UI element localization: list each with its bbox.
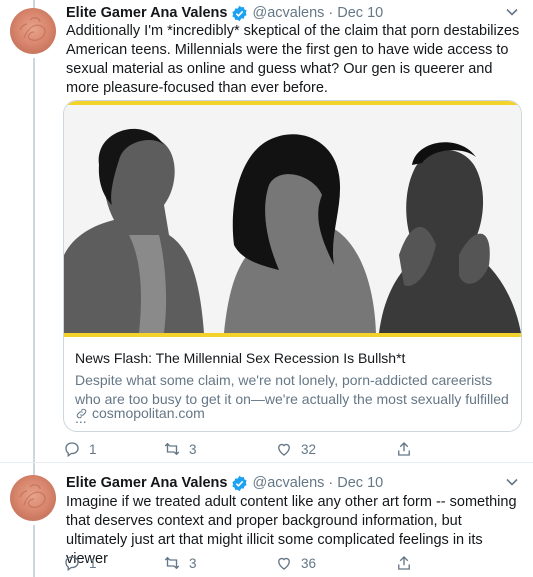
reply-count: 1 (89, 441, 97, 457)
like-icon (278, 443, 290, 456)
reply-button[interactable]: 1 (63, 440, 163, 458)
timestamp[interactable]: Dec 10 (337, 5, 383, 21)
avatar[interactable] (10, 475, 56, 521)
tweet-text: Additionally I'm *incredibly* skeptical … (66, 23, 520, 96)
thread-line (33, 0, 35, 8)
thread-line (33, 463, 35, 475)
link-icon (76, 408, 87, 418)
handle[interactable]: @acvalens (252, 475, 324, 491)
chevron-down-icon[interactable] (505, 475, 519, 489)
like-icon (278, 557, 290, 570)
retweet-icon (164, 442, 180, 456)
card-title[interactable]: News Flash: The Millennial Sex Recession… (75, 350, 405, 366)
retweet-icon (164, 556, 180, 570)
card-domain[interactable]: cosmopolitan.com (75, 405, 205, 421)
display-name[interactable]: Elite Gamer Ana Valens (66, 5, 227, 21)
thread-line (33, 525, 35, 577)
link-card[interactable]: News Flash: The Millennial Sex Recession… (63, 100, 522, 432)
card-image (64, 101, 521, 337)
tweet[interactable]: Elite Gamer Ana Valens @acvalens · Dec 1… (0, 462, 533, 577)
like-count: 36 (301, 555, 317, 571)
separator: · (328, 475, 334, 491)
reply-icon (65, 556, 79, 572)
chevron-down-icon[interactable] (505, 5, 519, 19)
handle[interactable]: @acvalens (252, 5, 324, 21)
tweet-actions: 1 3 32 (63, 438, 463, 460)
like-button[interactable]: 36 (275, 554, 375, 572)
card-domain-text: cosmopolitan.com (92, 405, 205, 421)
thread-line (33, 58, 35, 462)
like-button[interactable]: 32 (275, 440, 375, 458)
verified-badge-icon (232, 5, 248, 21)
share-button[interactable] (395, 440, 413, 458)
verified-badge-icon (232, 475, 248, 491)
avatar[interactable] (10, 8, 56, 54)
share-icon (398, 442, 410, 456)
retweet-count: 3 (189, 441, 197, 457)
retweet-count: 3 (189, 555, 197, 571)
reply-icon (65, 442, 79, 458)
timestamp[interactable]: Dec 10 (337, 475, 383, 491)
tweet-actions: 1 3 36 (63, 552, 463, 574)
retweet-button[interactable]: 3 (163, 554, 263, 572)
tweet-header: Elite Gamer Ana Valens @acvalens · Dec 1… (66, 3, 519, 23)
separator: · (328, 5, 334, 21)
display-name[interactable]: Elite Gamer Ana Valens (66, 475, 227, 491)
tweet-header: Elite Gamer Ana Valens @acvalens · Dec 1… (66, 473, 519, 493)
share-button[interactable] (395, 554, 413, 572)
reply-count: 1 (89, 555, 97, 571)
retweet-button[interactable]: 3 (163, 440, 263, 458)
share-icon (398, 556, 410, 570)
like-count: 32 (301, 441, 317, 457)
reply-button[interactable]: 1 (63, 554, 163, 572)
tweet[interactable]: Elite Gamer Ana Valens @acvalens · Dec 1… (0, 0, 533, 462)
